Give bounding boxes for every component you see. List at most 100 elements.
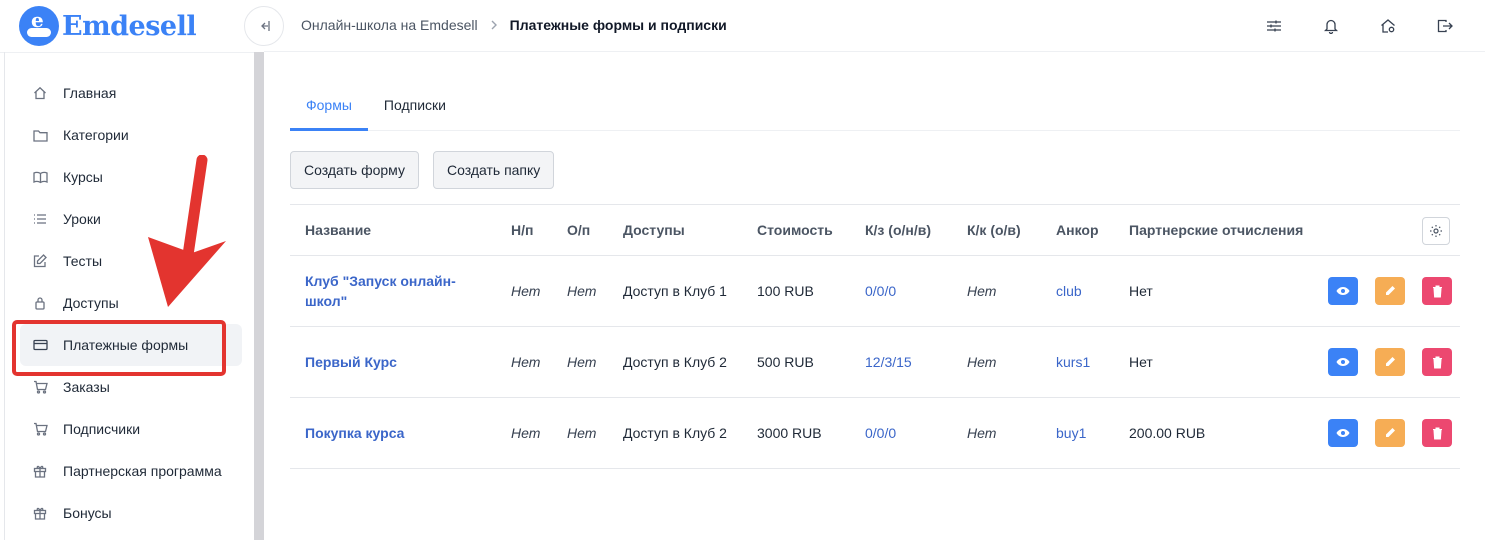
sidebar-item-courses[interactable]: Курсы bbox=[20, 156, 242, 198]
delete-button[interactable] bbox=[1422, 277, 1452, 305]
cell-np: Нет bbox=[511, 354, 541, 370]
edit-button[interactable] bbox=[1375, 419, 1405, 447]
tabs: Формы Подписки bbox=[290, 78, 1460, 131]
table-row: Клуб "Запуск онлайн-школ" Нет Нет Доступ… bbox=[290, 256, 1460, 327]
gift-icon bbox=[32, 463, 48, 479]
table-settings-button[interactable] bbox=[1422, 217, 1450, 245]
book-icon bbox=[32, 169, 48, 185]
sidebar-item-orders[interactable]: Заказы bbox=[20, 366, 242, 408]
collapse-left-icon bbox=[261, 21, 270, 31]
sidebar-item-lessons[interactable]: Уроки bbox=[20, 198, 242, 240]
cell-np: Нет bbox=[511, 283, 541, 299]
column-header-kz[interactable]: К/з (о/н/в) bbox=[865, 205, 931, 255]
sidebar-item-home[interactable]: Главная bbox=[20, 72, 242, 114]
sidebar-item-label: Курсы bbox=[63, 169, 103, 185]
cell-kk: Нет bbox=[967, 354, 997, 370]
column-header-np[interactable]: Н/п bbox=[511, 205, 533, 255]
table-row: Покупка курса Нет Нет Доступ в Клуб 2 30… bbox=[290, 398, 1460, 469]
row-actions bbox=[1311, 419, 1452, 447]
column-header-anchor[interactable]: Анкор bbox=[1056, 205, 1099, 255]
bell-icon[interactable] bbox=[1319, 14, 1343, 38]
logout-icon[interactable] bbox=[1433, 14, 1457, 38]
cell-price: 100 RUB bbox=[757, 283, 814, 299]
cell-anchor[interactable]: buy1 bbox=[1056, 398, 1086, 468]
create-form-button[interactable]: Создать форму bbox=[290, 151, 419, 189]
cell-kz-link[interactable]: 0/0/0 bbox=[865, 398, 896, 468]
sidebar-item-categories[interactable]: Категории bbox=[20, 114, 242, 156]
column-header-price[interactable]: Стоимость bbox=[757, 205, 833, 255]
home-icon bbox=[32, 85, 48, 101]
sidebar-collapse-button[interactable] bbox=[244, 6, 284, 46]
sidebar-item-label: Платежные формы bbox=[63, 337, 189, 353]
form-name-link[interactable]: Клуб "Запуск онлайн-школ" bbox=[305, 256, 495, 326]
sidebar: e Emdesell Главная Категории Курсы Уроки… bbox=[0, 0, 264, 540]
cell-kz-link[interactable]: 12/3/15 bbox=[865, 327, 912, 397]
sidebar-item-label: Категории bbox=[63, 127, 129, 143]
settings-sliders-icon[interactable] bbox=[1262, 14, 1286, 38]
breadcrumb: Онлайн-школа на Emdesell Платежные формы… bbox=[301, 17, 727, 33]
trash-icon bbox=[1432, 285, 1442, 297]
topbar: Онлайн-школа на Emdesell Платежные формы… bbox=[244, 0, 1485, 52]
cell-op: Нет bbox=[567, 354, 597, 370]
form-name-link[interactable]: Первый Курс bbox=[305, 327, 495, 397]
sidebar-item-label: Бонусы bbox=[63, 505, 112, 521]
sidebar-item-label: Уроки bbox=[63, 211, 101, 227]
edit-button[interactable] bbox=[1375, 277, 1405, 305]
sidebar-item-payment-forms[interactable]: Платежные формы bbox=[20, 324, 242, 366]
column-header-partner[interactable]: Партнерские отчисления bbox=[1129, 205, 1303, 255]
sidebar-item-affiliate[interactable]: Партнерская программа bbox=[20, 450, 242, 492]
trash-icon bbox=[1432, 356, 1442, 368]
cell-access: Доступ в Клуб 1 bbox=[623, 283, 727, 299]
tab-subscriptions[interactable]: Подписки bbox=[368, 78, 462, 131]
column-header-access[interactable]: Доступы bbox=[623, 205, 743, 255]
sidebar-item-tests[interactable]: Тесты bbox=[20, 240, 242, 282]
sidebar-item-label: Тесты bbox=[63, 253, 103, 269]
cell-partner: Нет bbox=[1129, 283, 1153, 299]
cell-kk: Нет bbox=[967, 425, 997, 441]
cell-kk: Нет bbox=[967, 283, 997, 299]
breadcrumb-separator bbox=[490, 17, 498, 33]
brand-logo[interactable]: e Emdesell bbox=[19, 6, 197, 46]
edit-button[interactable] bbox=[1375, 348, 1405, 376]
eye-icon bbox=[1336, 287, 1350, 295]
trash-icon bbox=[1432, 427, 1442, 439]
view-button[interactable] bbox=[1328, 277, 1358, 305]
home-settings-icon[interactable] bbox=[1376, 14, 1400, 38]
chevron-right-icon bbox=[491, 20, 497, 30]
gift-icon bbox=[32, 505, 48, 521]
sidebar-item-bonuses[interactable]: Бонусы bbox=[20, 492, 242, 534]
sidebar-item-access[interactable]: Доступы bbox=[20, 282, 242, 324]
column-header-op[interactable]: О/п bbox=[567, 205, 590, 255]
row-actions bbox=[1311, 277, 1452, 305]
cell-anchor[interactable]: club bbox=[1056, 256, 1082, 326]
column-header-name[interactable]: Название bbox=[305, 205, 495, 255]
cell-partner: Нет bbox=[1129, 354, 1153, 370]
cell-np: Нет bbox=[511, 425, 541, 441]
lock-icon bbox=[32, 295, 48, 311]
sidebar-item-label: Главная bbox=[63, 85, 117, 101]
sidebar-nav: Главная Категории Курсы Уроки Тесты Дост… bbox=[20, 72, 242, 534]
column-header-kk[interactable]: К/к (о/в) bbox=[967, 205, 1021, 255]
cell-kz-link[interactable]: 0/0/0 bbox=[865, 256, 896, 326]
view-button[interactable] bbox=[1328, 348, 1358, 376]
pencil-icon bbox=[1386, 286, 1395, 295]
credit-card-icon bbox=[32, 337, 48, 353]
cell-anchor[interactable]: kurs1 bbox=[1056, 327, 1090, 397]
sidebar-item-label: Подписчики bbox=[63, 421, 141, 437]
table-header-row: Название Н/п О/п Доступы Стоимость К/з (… bbox=[290, 204, 1460, 256]
view-button[interactable] bbox=[1328, 419, 1358, 447]
breadcrumb-current: Платежные формы и подписки bbox=[509, 17, 727, 33]
tab-forms[interactable]: Формы bbox=[290, 78, 368, 131]
breadcrumb-parent[interactable]: Онлайн-школа на Emdesell bbox=[301, 17, 478, 33]
sidebar-item-label: Заказы bbox=[63, 379, 110, 395]
sidebar-item-subscribers[interactable]: Подписчики bbox=[20, 408, 242, 450]
form-name-link[interactable]: Покупка курса bbox=[305, 398, 495, 468]
delete-button[interactable] bbox=[1422, 348, 1452, 376]
pencil-icon bbox=[1386, 357, 1395, 366]
sidebar-scrollbar[interactable] bbox=[254, 52, 264, 540]
cart-icon bbox=[32, 421, 48, 437]
edit-icon bbox=[32, 253, 48, 269]
cell-price: 3000 RUB bbox=[757, 425, 822, 441]
delete-button[interactable] bbox=[1422, 419, 1452, 447]
create-folder-button[interactable]: Создать папку bbox=[432, 151, 555, 189]
